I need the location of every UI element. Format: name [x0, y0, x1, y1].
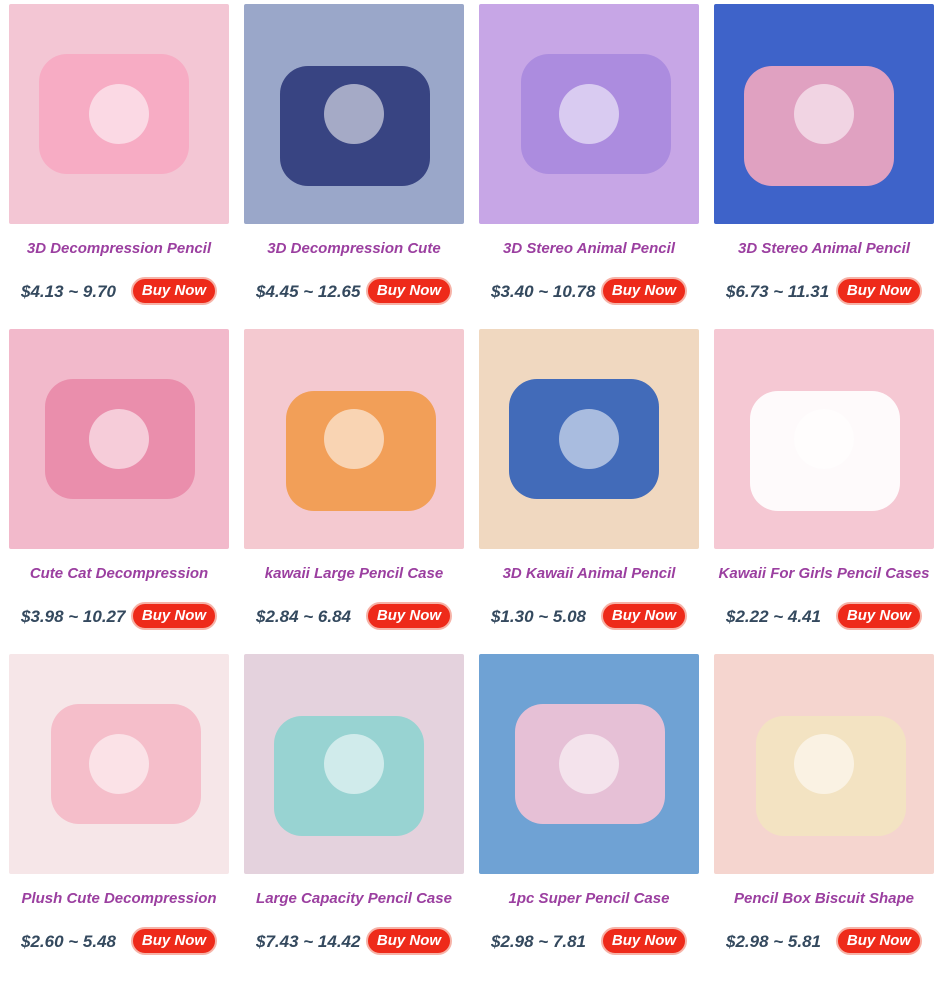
product-card[interactable]: Cute Cat Decompression $3.98 ~ 10.27 Buy N… [9, 329, 229, 654]
pink-rabbit-pencil-case-photo[interactable] [9, 4, 229, 224]
product-title[interactable]: 3D Kawaii Animal Pencil [479, 565, 699, 582]
product-title[interactable]: 3D Decompression Pencil [9, 240, 229, 257]
buy-now-button[interactable]: Buy Now [836, 277, 922, 305]
buy-now-button[interactable]: Buy Now [366, 927, 452, 955]
buy-now-button[interactable]: Buy Now [366, 277, 452, 305]
product-price: $4.13 ~ 9.70 [21, 282, 117, 301]
navy-astronaut-pencil-case-photo[interactable] [244, 4, 464, 224]
teal-pink-pencil-case-photo[interactable] [244, 654, 464, 874]
product-price: $6.73 ~ 11.31 [726, 282, 830, 301]
buy-now-button[interactable]: Buy Now [601, 277, 687, 305]
product-card[interactable]: kawaii Large Pencil Case $2.84 ~ 6.84 Buy … [244, 329, 464, 654]
buy-now-button[interactable]: Buy Now [366, 602, 452, 630]
product-title[interactable]: kawaii Large Pencil Case [244, 565, 464, 582]
product-price: $2.84 ~ 6.84 [256, 607, 352, 626]
product-title[interactable]: 3D Decompression Cute [244, 240, 464, 257]
product-price: $3.98 ~ 10.27 [21, 607, 126, 626]
product-title[interactable]: Large Capacity Pencil Case [244, 890, 464, 907]
product-price: $2.22 ~ 4.41 [726, 607, 822, 626]
product-title[interactable]: Kawaii For Girls Pencil Cases [714, 565, 934, 582]
pink-cat-pencil-case-photo[interactable] [9, 329, 229, 549]
purple-rabbit-pencil-case-photo[interactable] [479, 4, 699, 224]
product-price: $2.98 ~ 7.81 [491, 932, 587, 951]
product-price: $3.40 ~ 10.78 [491, 282, 596, 301]
product-price: $1.30 ~ 5.08 [491, 607, 587, 626]
buy-now-button[interactable]: Buy Now [836, 602, 922, 630]
product-title[interactable]: 1pc Super Pencil Case [479, 890, 699, 907]
product-title[interactable]: 3D Stereo Animal Pencil [479, 240, 699, 257]
biscuit-shape-pencil-box-photo[interactable] [714, 654, 934, 874]
product-price: $2.60 ~ 5.48 [21, 932, 117, 951]
buy-now-button[interactable]: Buy Now [131, 927, 217, 955]
blue-space-pencil-case-photo[interactable] [714, 4, 934, 224]
buy-now-button[interactable]: Buy Now [601, 927, 687, 955]
clear-pink-pencil-case-photo[interactable] [714, 329, 934, 549]
product-price: $2.98 ~ 5.81 [726, 932, 822, 951]
assorted-animal-pencil-cases-photo[interactable] [479, 329, 699, 549]
product-price: $4.45 ~ 12.65 [256, 282, 361, 301]
product-card[interactable]: 3D Stereo Animal Pencil $3.40 ~ 10.78 Buy … [479, 4, 699, 329]
buy-now-button[interactable]: Buy Now [601, 602, 687, 630]
buy-now-button[interactable]: Buy Now [836, 927, 922, 955]
white-orange-pencil-bags-photo[interactable] [244, 329, 464, 549]
product-title[interactable]: Cute Cat Decompression [9, 565, 229, 582]
buy-now-button[interactable]: Buy Now [131, 602, 217, 630]
plush-pig-pencil-case-photo[interactable] [9, 654, 229, 874]
product-price: $7.43 ~ 14.42 [256, 932, 361, 951]
product-card[interactable]: 3D Kawaii Animal Pencil $1.30 ~ 5.08 Buy N… [479, 329, 699, 654]
product-card[interactable]: 3D Stereo Animal Pencil $6.73 ~ 11.31 Buy … [714, 4, 934, 329]
product-title[interactable]: 3D Stereo Animal Pencil [714, 240, 934, 257]
product-card[interactable]: Large Capacity Pencil Case $7.43 ~ 14.42 B… [244, 654, 464, 979]
product-card[interactable]: Plush Cute Decompression $2.60 ~ 5.48 Buy … [9, 654, 229, 979]
product-title[interactable]: Pencil Box Biscuit Shape [714, 890, 934, 907]
product-grid: 3D Decompression Pencil $4.13 ~ 9.70 Buy N… [9, 4, 934, 979]
buy-now-button[interactable]: Buy Now [131, 277, 217, 305]
product-card[interactable]: 3D Decompression Cute $4.45 ~ 12.65 Buy No… [244, 4, 464, 329]
pink-blue-pencil-bag-photo[interactable] [479, 654, 699, 874]
product-card[interactable]: 3D Decompression Pencil $4.13 ~ 9.70 Buy N… [9, 4, 229, 329]
product-card[interactable]: Pencil Box Biscuit Shape $2.98 ~ 5.81 Buy … [714, 654, 934, 979]
product-card[interactable]: Kawaii For Girls Pencil Cases $2.22 ~ 4.4… [714, 329, 934, 654]
product-card[interactable]: 1pc Super Pencil Case $2.98 ~ 7.81 Buy Now [479, 654, 699, 979]
product-title[interactable]: Plush Cute Decompression [9, 890, 229, 907]
